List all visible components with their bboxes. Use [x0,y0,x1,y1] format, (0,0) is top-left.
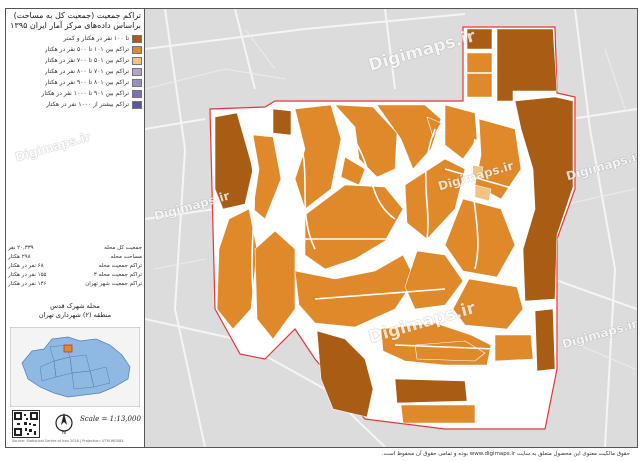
block [394,378,468,404]
district-name: منطقه (۲) شهرداری تهران [38,311,112,319]
stat-label: تراکم جمعیت محله [98,263,142,269]
stat-value: ۱۵۵ نفر در هکتار [8,272,47,278]
legend-swatch [132,67,142,76]
legend-item: تراکم بین ۷۰۱ تا ۸۰۰ نفر در هکتار [8,66,142,77]
legend-label: تراکم بین ۷۰۱ تا ۸۰۰ نفر در هکتار [44,68,129,75]
map-footer-block: N Scale = 1:13,000 Source: Statistical C… [10,407,142,443]
stat-row: تراکم جمعیت شهر تهران ۱۴۶ نفر در هکتار [8,281,142,290]
legend-item: تراکم بین ۱۰۱ تا ۵۰۰ نفر در هکتار [8,44,142,55]
map-svg [145,9,637,447]
place-name: محله شهرک قدس منطقه (۲) شهرداری تهران [8,302,142,320]
legend-panel: تراکم جمعیت (جمعیت کل به مساحت) براساس د… [6,9,145,447]
legend-label: تراکم بین ۵۰۱ تا ۷۰۰ نفر در هکتار [44,57,129,64]
stat-row: تراکم جمعیت محله ۶۸ نفر در هکتار [8,263,142,272]
block [400,404,476,424]
block [494,334,534,362]
legend-subtitle: براساس داده‌های مرکز آمار ایران ۱۳۹۵ [10,21,141,30]
legend-swatch [132,78,142,87]
source-credit: Source: Statistical Centre of Iran 2016 … [12,439,124,443]
stats-table: جمعیت کل محله ۲۰,۳۳۹ نفر مساحت محله ۲۹۸ هکت… [8,245,142,290]
north-arrow-icon: N [55,413,73,435]
block [272,108,292,136]
legend-title: تراکم جمعیت (جمعیت کل به مساحت) [13,11,141,20]
stat-row: تراکم جمعیت محله ۳ ۱۵۵ نفر در هکتار [8,272,142,281]
north-label: N [62,430,66,435]
legend-item: تراکم بیشتر از ۱۰۰۰ نفر در هکتار [8,99,142,110]
stat-label: مساحت محله [110,254,142,260]
legend-class-list: تا ۱۰۰ نفر در هکتار و کمتر تراکم بین ۱۰۱ … [8,33,142,110]
inset-highlight [63,344,73,353]
legend-item: تراکم بین ۸۰۱ تا ۹۰۰ نفر در هکتار [8,77,142,88]
map-layout-frame: تراکم جمعیت (جمعیت کل به مساحت) براساس د… [5,8,638,448]
block [466,52,493,98]
legend-item: تراکم بین ۵۰۱ تا ۷۰۰ نفر در هکتار [8,55,142,66]
block [534,308,556,372]
qr-code-icon [12,410,40,438]
stat-label: تراکم جمعیت شهر تهران [85,281,142,287]
legend-swatch [132,34,142,43]
legend-item: تراکم بین ۹۰۱ تا ۱۰۰۰ نفر در هکتار [8,88,142,99]
map-canvas[interactable]: Digimaps.ir Digimaps.ir Digimaps.ir Digi… [145,9,637,447]
legend-swatch [132,45,142,54]
scale-label: Scale = 1:13,000 [80,415,141,423]
stat-value: ۲۰,۳۳۹ نفر [8,245,34,251]
legend-item: تا ۱۰۰ نفر در هکتار و کمتر [8,33,142,44]
stat-label: تراکم جمعیت محله ۳ [93,272,142,278]
stat-value: ۱۴۶ نفر در هکتار [8,281,47,287]
legend-swatch [132,56,142,65]
legend-label: تا ۱۰۰ نفر در هکتار و کمتر [63,35,129,42]
legend-label: تراکم بین ۹۰۱ تا ۱۰۰۰ نفر در هکتار [41,90,129,97]
neighborhood-name: محله شهرک قدس [50,302,100,310]
stat-row: مساحت محله ۲۹۸ هکتار [8,254,142,263]
legend-swatch [132,100,142,109]
copyright-footer: حقوق مالکیت معنوی این محصول متعلق به سای… [381,451,630,457]
block [496,28,558,102]
stat-label: جمعیت کل محله [104,245,142,251]
legend-swatch [132,89,142,98]
legend-label: تراکم بین ۱۰۱ تا ۵۰۰ نفر در هکتار [44,46,129,53]
location-inset-map [10,327,140,407]
legend-label: تراکم بین ۸۰۱ تا ۹۰۰ نفر در هکتار [44,79,129,86]
stat-value: ۶۸ نفر در هکتار [8,263,44,269]
stat-value: ۲۹۸ هکتار [8,254,31,260]
stat-row: جمعیت کل محله ۲۰,۳۳۹ نفر [8,245,142,254]
legend-label: تراکم بیشتر از ۱۰۰۰ نفر در هکتار [46,101,129,108]
